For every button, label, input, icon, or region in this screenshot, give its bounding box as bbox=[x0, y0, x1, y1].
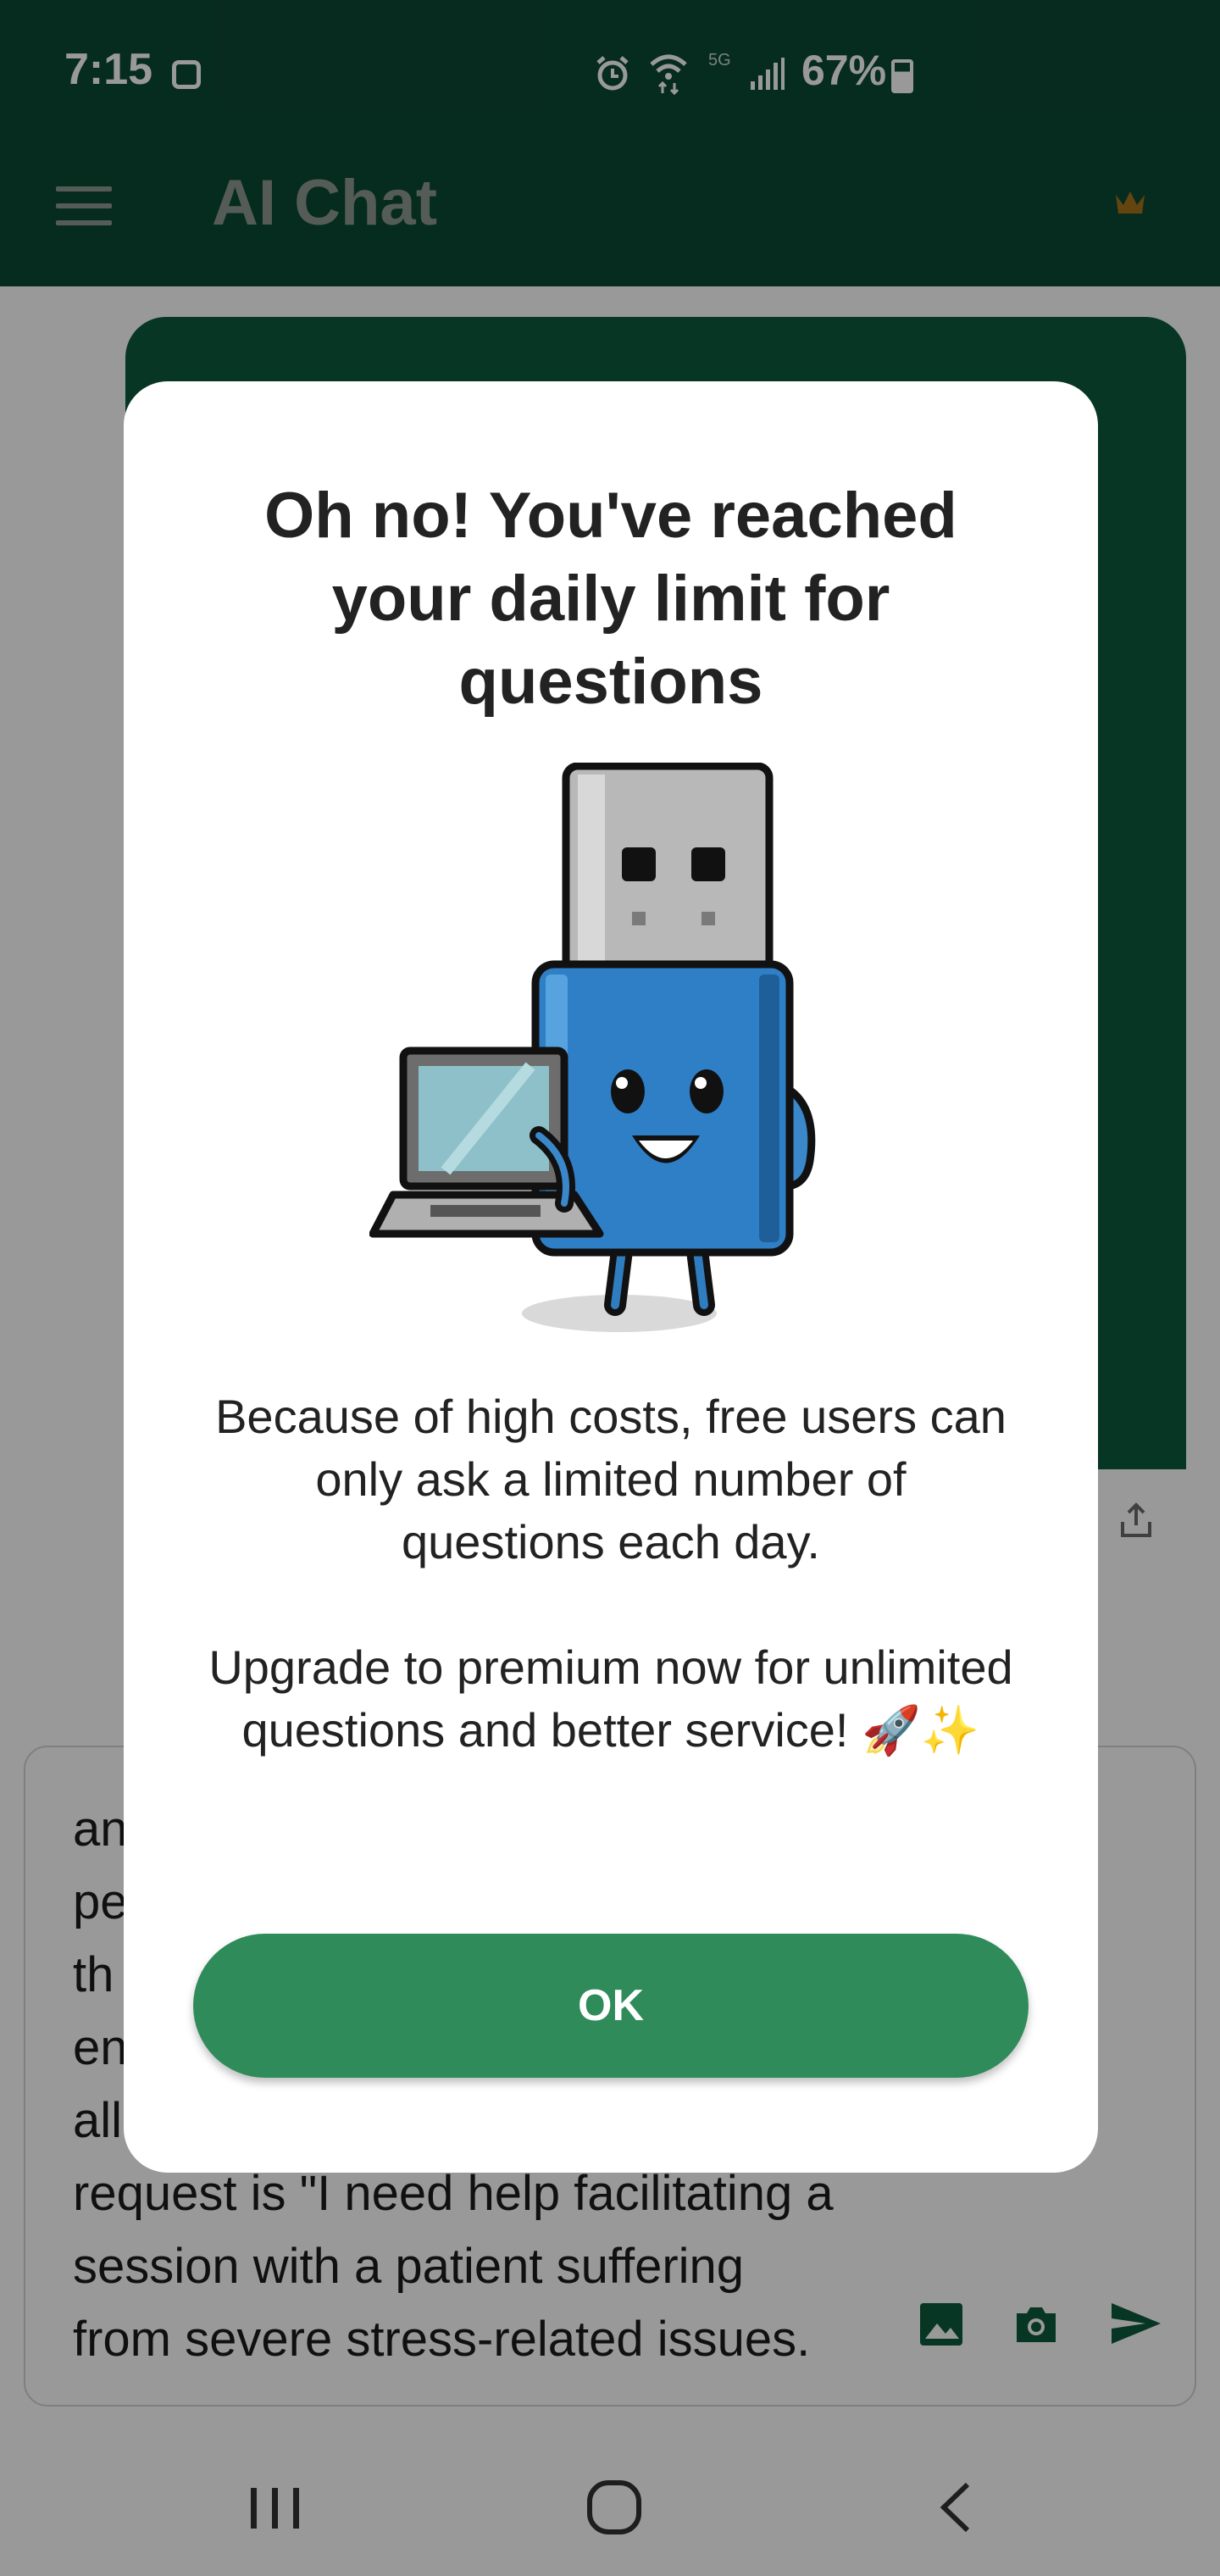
usb-mascot-illustration bbox=[369, 763, 816, 1332]
dialog-title: Oh no! You've reached your daily limit f… bbox=[264, 480, 957, 718]
ok-button[interactable]: OK bbox=[193, 1934, 1029, 2078]
dialog-message: Because of high costs, free users can on… bbox=[208, 1390, 1013, 1757]
daily-limit-dialog: Oh no! You've reached your daily limit f… bbox=[124, 381, 1098, 2173]
